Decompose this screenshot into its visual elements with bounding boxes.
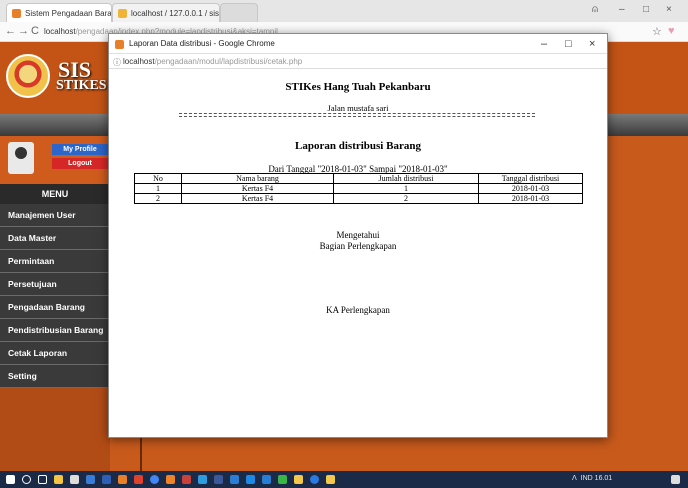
menu-heading: MENU [0, 184, 110, 204]
acknowledgement-department: Bagian Perlengkapan [319, 241, 397, 251]
app-icon[interactable] [246, 475, 255, 484]
app-icon[interactable] [134, 475, 143, 484]
sidebar-item-permintaan[interactable]: Permintaan [0, 250, 110, 273]
chrome-icon[interactable] [150, 475, 159, 484]
sidebar-item-manajemen-user[interactable]: Manajemen User [0, 204, 110, 227]
popup-url-host: localhost [123, 57, 155, 66]
sidebar-item-persetujuan[interactable]: Persetujuan [0, 273, 110, 296]
brand-title: SIS [58, 57, 92, 82]
table-cell: 2018-01-03 [478, 183, 583, 194]
app-icon[interactable] [198, 475, 207, 484]
table-row: 1 Kertas F4 1 2018-01-03 [134, 183, 583, 194]
acknowledgement-label: Mengetahui [336, 230, 380, 240]
signature-label: KA Perlengkapan [326, 305, 390, 315]
popup-close-button[interactable]: × [589, 34, 595, 54]
brand-subtitle: STIKES [56, 78, 107, 93]
app-icon[interactable] [262, 475, 271, 484]
favicon-icon [115, 40, 124, 49]
close-button[interactable]: × [666, 4, 672, 15]
app-icon[interactable] [294, 475, 303, 484]
app-icon[interactable] [278, 475, 287, 484]
logo-icon [6, 54, 50, 98]
logout-button[interactable]: Logout [52, 158, 108, 169]
column-header: Nama barang [181, 173, 334, 184]
search-icon[interactable] [22, 475, 31, 484]
table-cell: 2 [134, 193, 182, 204]
popup-title-bar: Laporan Data distribusi - Google Chrome … [109, 34, 607, 54]
back-button[interactable]: ← [5, 25, 16, 37]
report-table: No Nama barang Jumlah distribusi Tanggal… [134, 173, 583, 204]
profile-panel: My Profile Logout [0, 136, 110, 184]
column-header: Tanggal distribusi [478, 173, 583, 184]
new-tab-button[interactable] [220, 3, 258, 22]
popup-url-path: /pengadaan/modul/lapdistribusi/cetak.php [154, 57, 303, 66]
tab-label: Sistem Pengadaan Baran [25, 8, 112, 18]
info-icon[interactable]: ⓘ [113, 55, 121, 70]
browser-tab-bar: Sistem Pengadaan Baran × localhost / 127… [0, 0, 688, 22]
reload-button[interactable]: C [31, 25, 39, 37]
table-cell: 1 [134, 183, 182, 194]
app-icon[interactable] [230, 475, 239, 484]
table-cell: Kertas F4 [181, 183, 334, 194]
minimize-button[interactable]: – [619, 4, 625, 15]
app-icon[interactable] [214, 475, 223, 484]
avatar [8, 142, 34, 174]
tab-sistem-pengadaan[interactable]: Sistem Pengadaan Baran × [6, 3, 112, 22]
file-explorer-icon[interactable] [54, 475, 63, 484]
report-title: Laporan distribusi Barang [295, 140, 421, 152]
sidebar-item-data-master[interactable]: Data Master [0, 227, 110, 250]
taskbar: ᐱ ⁠ IND 16.01 [0, 471, 688, 488]
app-icon[interactable] [182, 475, 191, 484]
my-profile-button[interactable]: My Profile [52, 144, 108, 155]
user-icon[interactable]: ⍝ [592, 4, 598, 15]
app-icon[interactable] [102, 475, 111, 484]
sidebar-menu: Manajemen User Data Master Permintaan Pe… [0, 204, 110, 388]
tab-phpmyadmin[interactable]: localhost / 127.0.0.1 / sis × [112, 3, 220, 22]
bookmark-star-icon[interactable]: ☆ [652, 25, 662, 38]
notification-icon[interactable] [671, 475, 680, 484]
table-cell: 2 [333, 193, 479, 204]
system-tray[interactable]: ᐱ ⁠ IND 16.01 [572, 474, 612, 482]
app-icon[interactable] [86, 475, 95, 484]
popup-maximize-button[interactable]: □ [565, 34, 572, 54]
table-cell: 2018-01-03 [478, 193, 583, 204]
report-popup-window: Laporan Data distribusi - Google Chrome … [108, 33, 608, 438]
app-icon[interactable] [166, 475, 175, 484]
sidebar-item-pendistribusian-barang[interactable]: Pendistribusian Barang [0, 319, 110, 342]
app-icon[interactable] [118, 475, 127, 484]
forward-button[interactable]: → [18, 25, 29, 37]
extension-icon[interactable]: ♥ [668, 25, 675, 37]
column-header: Jumlah distribusi [333, 173, 479, 184]
popup-url-field[interactable]: ⓘ localhost/pengadaan/modul/lapdistribus… [109, 54, 607, 69]
table-cell: 1 [333, 183, 479, 194]
favicon-icon [118, 8, 127, 18]
maximize-button[interactable]: □ [643, 4, 649, 15]
task-view-icon[interactable] [38, 475, 47, 484]
table-cell: Kertas F4 [181, 193, 334, 204]
column-header: No [134, 173, 182, 184]
table-header-row: No Nama barang Jumlah distribusi Tanggal… [134, 173, 583, 184]
edge-icon[interactable] [310, 475, 319, 484]
sidebar-item-cetak-laporan[interactable]: Cetak Laporan [0, 342, 110, 365]
favicon-icon [12, 8, 21, 18]
sidebar-item-setting[interactable]: Setting [0, 365, 110, 388]
report-org-name: STIKes Hang Tuah Pekanbaru [285, 81, 431, 93]
popup-minimize-button[interactable]: – [541, 34, 547, 54]
tab-label: localhost / 127.0.0.1 / sis [131, 8, 220, 18]
report-separator [179, 113, 535, 117]
popup-title: Laporan Data distribusi - Google Chrome [129, 39, 275, 48]
report-address: Jalan mustafa sari [327, 103, 389, 113]
table-row: 2 Kertas F4 2 2018-01-03 [134, 193, 583, 204]
url-host: localhost [44, 27, 76, 36]
app-icon[interactable] [326, 475, 335, 484]
sidebar: My Profile Logout MENU Manajemen User Da… [0, 136, 110, 471]
sidebar-item-pengadaan-barang[interactable]: Pengadaan Barang [0, 296, 110, 319]
store-icon[interactable] [70, 475, 79, 484]
windows-start-icon[interactable] [6, 475, 15, 484]
